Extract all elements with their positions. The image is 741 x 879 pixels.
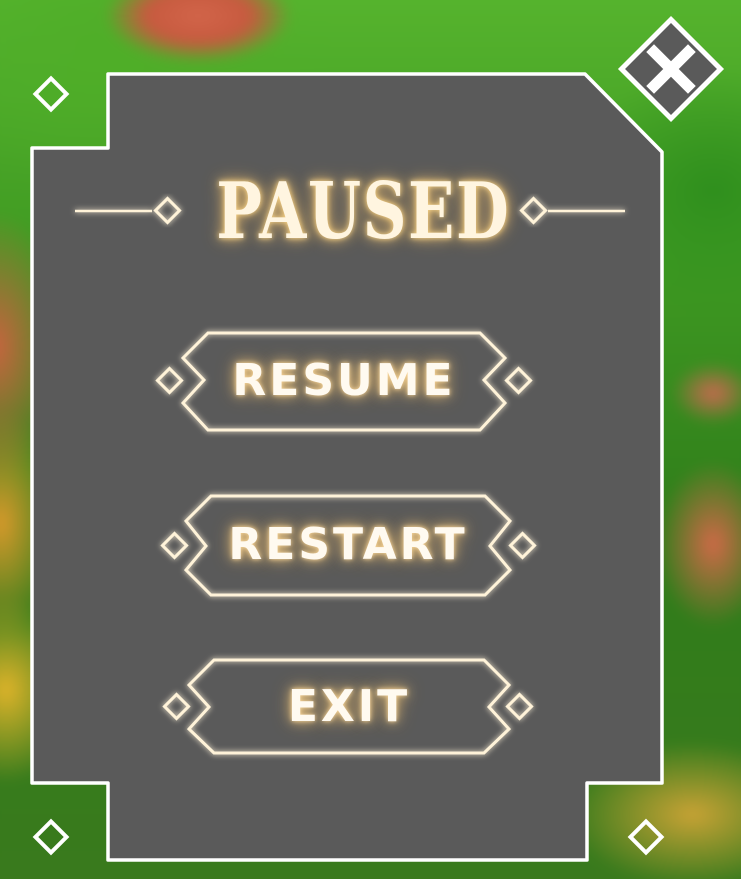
close-x-icon bbox=[617, 15, 725, 123]
resume-button[interactable]: RESUME bbox=[183, 333, 505, 430]
pause-menu-screen: PAUSED RESUME RESTART EXIT bbox=[0, 0, 741, 879]
restart-button[interactable]: RESTART bbox=[186, 496, 510, 595]
resume-button-label: RESUME bbox=[232, 355, 456, 406]
exit-button[interactable]: EXIT bbox=[189, 660, 509, 753]
corner-diamond-icon bbox=[32, 818, 70, 856]
corner-diamond-icon bbox=[627, 818, 665, 856]
restart-button-label: RESTART bbox=[228, 519, 468, 570]
close-button[interactable] bbox=[614, 12, 728, 126]
exit-button-label: EXIT bbox=[287, 681, 411, 732]
corner-diamond-icon bbox=[32, 75, 70, 113]
paused-title: PAUSED bbox=[216, 166, 511, 257]
